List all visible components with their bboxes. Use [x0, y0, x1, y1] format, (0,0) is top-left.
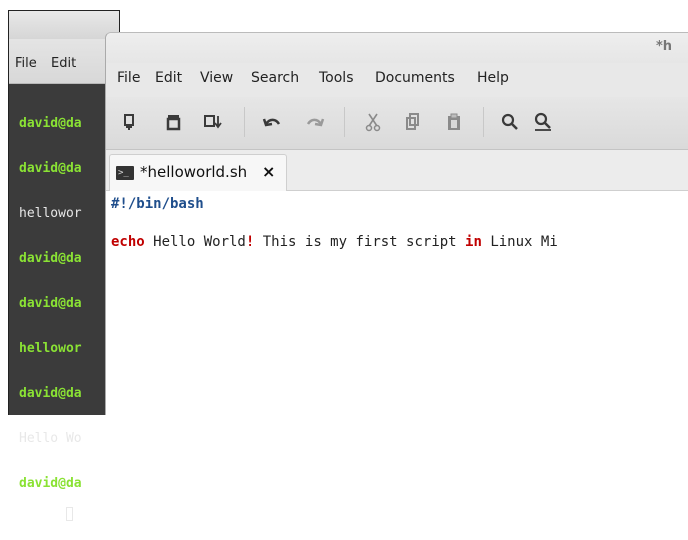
terminal-line: david@da — [19, 251, 82, 266]
terminal-output[interactable]: david@da david@da hellowor david@da davi… — [19, 86, 82, 540]
menu-search[interactable]: Search — [251, 70, 299, 86]
close-tab-icon[interactable]: × — [262, 162, 275, 181]
screenshot-frame: File Edit david@da david@da hellowor dav… — [0, 0, 688, 521]
terminal-line: hellowor — [19, 341, 82, 356]
terminal-line: david@da — [19, 116, 82, 131]
search-icon[interactable] — [499, 111, 521, 133]
code-line: #!/bin/bash — [111, 196, 204, 212]
paste-icon[interactable] — [443, 111, 465, 133]
redo-icon[interactable] — [304, 111, 326, 133]
keyword-echo: echo — [111, 234, 145, 250]
editor-menubar: File Edit View Search Tools Documents He… — [106, 63, 688, 97]
document-tabstrip: >_ *helloworld.sh × — [106, 150, 688, 191]
code-text: Linux Mi — [481, 234, 558, 250]
menu-tools[interactable]: Tools — [319, 70, 354, 86]
terminal-menubar: File Edit — [9, 39, 119, 84]
menu-help[interactable]: Help — [477, 70, 509, 86]
tab-helloworld[interactable]: >_ *helloworld.sh × — [109, 154, 287, 191]
editor-titlebar[interactable]: *h — [106, 33, 688, 63]
editor-window[interactable]: *h File Edit View Search Tools Documents… — [105, 32, 688, 415]
terminal-line: david@da — [19, 386, 82, 401]
terminal-line: david@da — [19, 476, 82, 491]
tab-label: *helloworld.sh — [140, 163, 248, 181]
undo-icon[interactable] — [261, 111, 283, 133]
code-line: echo Hello World! This is my first scrip… — [111, 234, 558, 250]
terminal-line: hellowor — [19, 206, 82, 221]
menu-file[interactable]: File — [117, 70, 140, 86]
menu-edit[interactable]: Edit — [155, 70, 182, 86]
copy-icon[interactable] — [402, 111, 424, 133]
keyword-in: in — [465, 234, 482, 250]
editor-toolbar — [106, 97, 688, 150]
menu-view[interactable]: View — [200, 70, 233, 86]
code-text: Hello World — [144, 234, 246, 250]
new-document-icon[interactable] — [119, 111, 141, 133]
terminal-cursor — [65, 507, 73, 521]
terminal-titlebar[interactable] — [9, 11, 119, 39]
open-icon[interactable] — [163, 111, 185, 133]
code-editor[interactable]: #!/bin/bash echo Hello World! This is my… — [111, 196, 688, 260]
save-icon[interactable] — [202, 111, 224, 133]
menu-documents[interactable]: Documents — [375, 70, 455, 86]
terminal-menu-edit[interactable]: Edit — [51, 56, 76, 71]
terminal-file-icon: >_ — [116, 166, 134, 180]
toolbar-separator — [344, 107, 345, 137]
terminal-line: david@da — [19, 296, 82, 311]
toolbar-separator — [244, 107, 245, 137]
toolbar-separator — [483, 107, 484, 137]
terminal-line: Hello Wo — [19, 431, 82, 446]
search-replace-icon[interactable] — [533, 111, 555, 133]
terminal-menu-file[interactable]: File — [15, 56, 37, 71]
terminal-window[interactable]: File Edit david@da david@da hellowor dav… — [8, 10, 120, 521]
terminal-line: david@da — [19, 161, 82, 176]
cut-icon[interactable] — [362, 111, 384, 133]
code-text: This is my first script — [254, 234, 466, 250]
editor-window-title: *h — [656, 39, 673, 54]
